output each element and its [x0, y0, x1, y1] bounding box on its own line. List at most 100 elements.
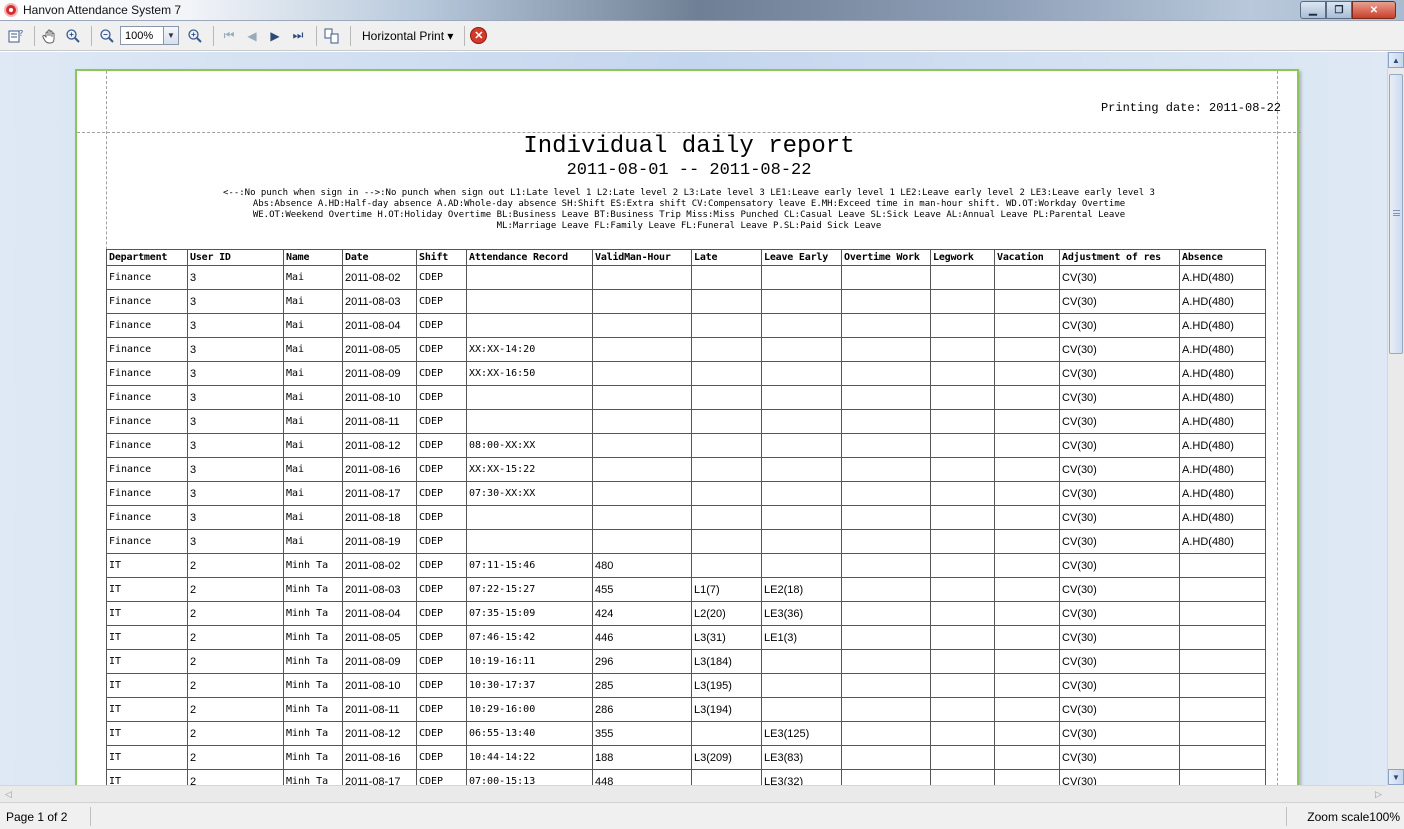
maximize-icon: ❐ [1334, 4, 1344, 16]
table-cell: CV(30) [1059, 505, 1180, 530]
table-cell: CDEP [416, 289, 467, 314]
table-cell: Finance [106, 505, 188, 530]
table-cell: 285 [592, 673, 692, 698]
table-cell: CDEP [416, 673, 467, 698]
table-cell: CV(30) [1059, 265, 1180, 290]
table-cell [592, 481, 692, 506]
table-cell [466, 289, 593, 314]
table-cell: 2011-08-17 [342, 769, 417, 785]
table-cell: 3 [187, 505, 284, 530]
horizontal-scrollbar[interactable]: ◁ ▷ [0, 785, 1387, 802]
table-cell [691, 289, 762, 314]
scroll-down-button[interactable]: ▼ [1388, 769, 1404, 785]
table-cell: 07:11-15:46 [466, 553, 593, 578]
table-cell: Finance [106, 433, 188, 458]
table-cell: Mai [283, 361, 343, 386]
vertical-scroll-thumb[interactable] [1389, 74, 1403, 354]
table-cell: 286 [592, 697, 692, 722]
column-header: Vacation [994, 249, 1060, 266]
zoom-level-dropdown[interactable]: ▼ [164, 26, 179, 45]
table-cell: XX:XX-16:50 [466, 361, 593, 386]
chevron-up-icon: ▲ [1392, 55, 1400, 65]
table-cell: 2011-08-16 [342, 457, 417, 482]
table-cell: CDEP [416, 721, 467, 746]
window-title: Hanvon Attendance System 7 [23, 3, 182, 17]
zoom-tool-button[interactable] [63, 25, 83, 47]
scroll-left-button[interactable]: ◁ [0, 786, 17, 802]
close-report-button[interactable]: ✕ [470, 27, 488, 44]
table-cell [841, 457, 931, 482]
table-cell: 3 [187, 289, 284, 314]
table-cell: 424 [592, 601, 692, 626]
scroll-up-button[interactable]: ▲ [1388, 52, 1404, 68]
horizontal-print-button[interactable]: Horizontal Print ▾ [356, 25, 459, 47]
table-cell [466, 385, 593, 410]
minimize-button[interactable]: ▁ [1300, 1, 1326, 19]
table-cell: CDEP [416, 337, 467, 362]
table-cell: 07:35-15:09 [466, 601, 593, 626]
pan-tool-button[interactable] [40, 25, 60, 47]
table-cell: CV(30) [1059, 409, 1180, 434]
table-cell [930, 385, 995, 410]
first-page-icon: ⏮ [223, 28, 235, 42]
table-cell: 2 [187, 673, 284, 698]
column-header: Name [283, 249, 343, 266]
table-cell [761, 433, 842, 458]
table-cell [761, 673, 842, 698]
close-button[interactable]: ✕ [1352, 1, 1396, 19]
column-header: Legwork [930, 249, 995, 266]
table-cell [930, 313, 995, 338]
close-icon: ✕ [1369, 4, 1379, 16]
table-cell [761, 313, 842, 338]
table-cell: 07:00-15:13 [466, 769, 593, 785]
last-page-button[interactable]: ⏭ [288, 25, 308, 47]
table-row: Finance 3 Mai 2011-08-11 CDEP CV(30) A.HD(480) [106, 409, 1266, 434]
print-setup-button[interactable]: ? [6, 25, 26, 47]
table-body: Finance 3 Mai 2011-08-02 CDEP CV(30) A.HD(480)… [106, 265, 1266, 785]
table-cell: CV(30) [1059, 457, 1180, 482]
table-cell: 2011-08-03 [342, 577, 417, 602]
column-header: Date [342, 249, 417, 266]
report-viewport[interactable]: Printing date: 2011-08-22 Individual dai… [0, 52, 1387, 785]
zoom-scale-indicator: Zoom scale100% [1307, 810, 1400, 824]
column-header: Overtime Work [841, 249, 931, 266]
table-cell: Mai [283, 505, 343, 530]
table-cell [994, 673, 1060, 698]
legend-line: Abs:Absence A.HD:Half-day absence A.AD:W… [252, 199, 1126, 209]
table-cell: LE3(32) [761, 769, 842, 785]
zoom-in-button[interactable] [185, 25, 205, 47]
column-header: Shift [416, 249, 467, 266]
next-page-button[interactable]: ▶ [265, 25, 285, 47]
table-cell: 2011-08-05 [342, 337, 417, 362]
table-cell: Finance [106, 289, 188, 314]
scroll-right-button[interactable]: ▷ [1370, 786, 1387, 802]
table-cell [761, 409, 842, 434]
table-cell: CV(30) [1059, 313, 1180, 338]
table-cell: 2011-08-05 [342, 625, 417, 650]
table-cell [930, 289, 995, 314]
vertical-scrollbar[interactable]: ▲ ▼ [1387, 52, 1404, 785]
table-cell [841, 313, 931, 338]
table-cell: 2011-08-12 [342, 721, 417, 746]
prev-page-icon: ◀ [247, 28, 257, 43]
zoom-level-input[interactable] [120, 26, 164, 45]
prev-page-button[interactable]: ◀ [242, 25, 262, 47]
table-row: Finance 3 Mai 2011-08-02 CDEP CV(30) A.HD(480) [106, 265, 1266, 290]
table-cell [761, 385, 842, 410]
first-page-button[interactable]: ⏮ [219, 25, 239, 47]
table-cell [930, 649, 995, 674]
table-cell [691, 361, 762, 386]
table-cell: A.HD(480) [1179, 361, 1266, 386]
table-cell: L3(194) [691, 697, 762, 722]
chevron-down-icon: ▼ [167, 31, 175, 40]
table-cell: 06:55-13:40 [466, 721, 593, 746]
table-row: Finance 3 Mai 2011-08-10 CDEP CV(30) A.HD(480) [106, 385, 1266, 410]
maximize-button[interactable]: ❐ [1326, 1, 1352, 19]
page-layout-button[interactable] [322, 25, 342, 47]
table-cell: Minh Ta [283, 601, 343, 626]
table-cell: CV(30) [1059, 361, 1180, 386]
table-cell: A.HD(480) [1179, 385, 1266, 410]
zoom-out-button[interactable] [97, 25, 117, 47]
table-cell: CV(30) [1059, 673, 1180, 698]
table-cell: A.HD(480) [1179, 457, 1266, 482]
